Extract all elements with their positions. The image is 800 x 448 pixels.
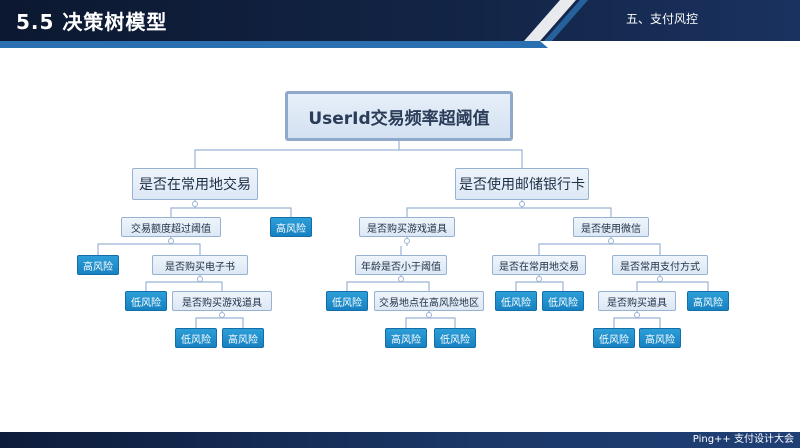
leaf-low-risk: 低风险 — [542, 291, 584, 311]
leaf-high-risk: 高风险 — [639, 328, 681, 348]
node-common-payment: 是否常用支付方式 — [612, 255, 708, 275]
root-node: UserId交易频率超阈值 — [285, 91, 513, 141]
leaf-low-risk: 低风险 — [434, 328, 476, 348]
leaf-low-risk: 低风险 — [326, 291, 368, 311]
node-buy-item: 是否购买道具 — [598, 291, 676, 311]
leaf-low-risk: 低风险 — [495, 291, 537, 311]
leaf-high-risk: 高风险 — [687, 291, 729, 311]
leaf-high-risk: 高风险 — [385, 328, 427, 348]
leaf-high-risk: 高风险 — [270, 217, 312, 237]
node-postal-bank-card: 是否使用邮储银行卡 — [455, 168, 589, 200]
leaf-high-risk: 高风险 — [77, 255, 119, 275]
node-age-threshold: 年龄是否小于阈值 — [355, 255, 447, 275]
node-buy-game-items: 是否购买游戏道具 — [172, 291, 272, 311]
leaf-low-risk: 低风险 — [593, 328, 635, 348]
leaf-low-risk: 低风险 — [175, 328, 217, 348]
node-buy-ebook: 是否购买电子书 — [152, 255, 248, 275]
node-buy-game-items: 是否购买游戏道具 — [359, 217, 455, 237]
node-high-risk-region: 交易地点在高风险地区 — [374, 291, 484, 311]
node-wechat: 是否使用微信 — [573, 217, 649, 237]
leaf-low-risk: 低风险 — [125, 291, 167, 311]
footer-brand: Ping++ 支付设计大会 — [692, 434, 794, 445]
node-common-place: 是否在常用地交易 — [132, 168, 258, 200]
leaf-high-risk: 高风险 — [222, 328, 264, 348]
node-amount-threshold: 交易额度超过阈值 — [121, 217, 221, 237]
node-common-place: 是否在常用地交易 — [492, 255, 586, 275]
slide-footer: Ping++ 支付设计大会 — [0, 432, 800, 448]
